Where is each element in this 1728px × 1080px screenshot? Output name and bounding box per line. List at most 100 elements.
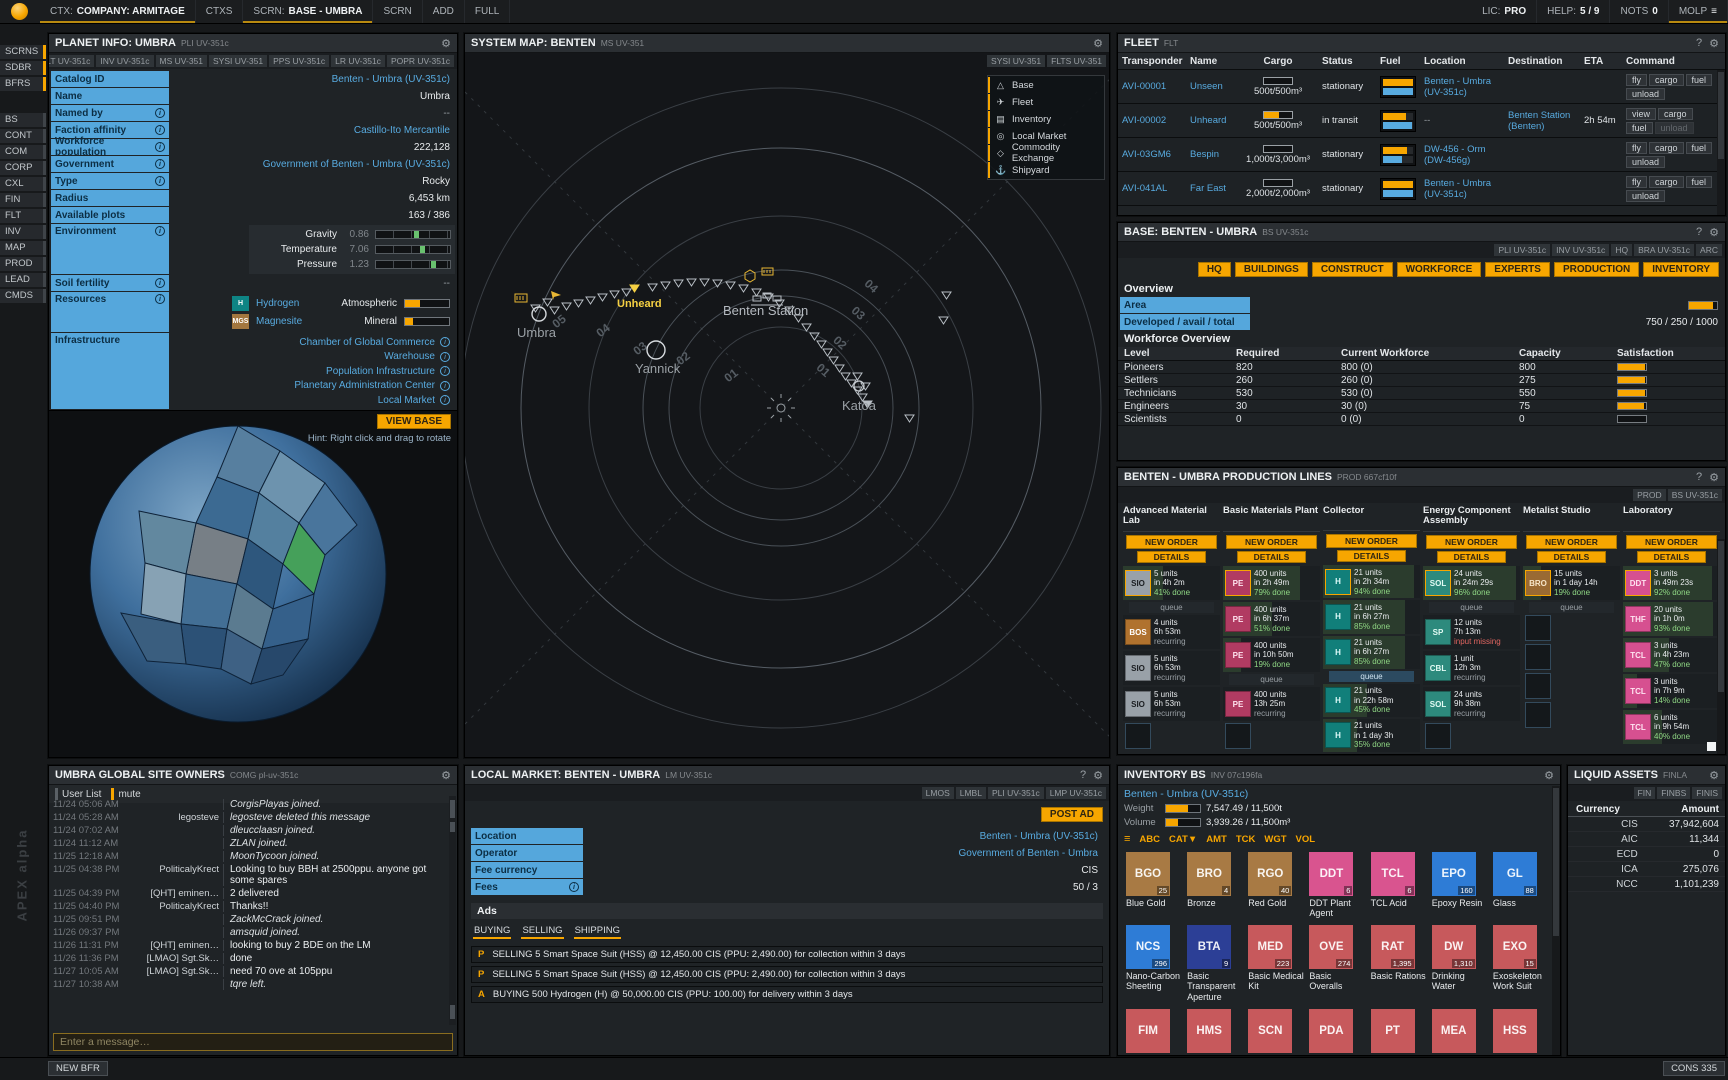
resize-handle[interactable]: [1707, 742, 1716, 751]
ship-name-link[interactable]: Unheard: [1190, 115, 1226, 126]
inventory-item[interactable]: DDT6DDT Plant Agent: [1309, 852, 1365, 920]
details-button[interactable]: DETAILS: [1537, 551, 1606, 563]
production-order[interactable]: SOL24 units9h 38mrecurring: [1423, 687, 1520, 721]
production-order[interactable]: PE400 units13h 25mrecurring: [1223, 687, 1320, 721]
sort-abc[interactable]: ABC: [1139, 834, 1160, 845]
production-order[interactable]: SIO5 units6h 53mrecurring: [1123, 687, 1220, 721]
inventory-item[interactable]: EXO15Exoskeleton Work Suit: [1493, 925, 1549, 1003]
commodity-chip[interactable]: H: [232, 296, 249, 311]
inventory-location-link[interactable]: Benten - Umbra (UV-351c): [1124, 788, 1248, 800]
sidebar-item-bs[interactable]: BS: [0, 113, 46, 127]
help-icon[interactable]: ?: [1080, 769, 1086, 782]
inventory-item[interactable]: BGO25Blue Gold: [1126, 852, 1182, 920]
destination-link[interactable]: Benten Station (Benten): [1508, 110, 1570, 132]
inventory-item[interactable]: FIM: [1126, 1009, 1182, 1055]
experts-button[interactable]: EXPERTS: [1485, 262, 1550, 277]
chat-messages[interactable]: 11/24 05:06 AMCorgisPlayas joined. 11/24…: [49, 798, 457, 1030]
production-scrollbar[interactable]: [1717, 539, 1725, 754]
gear-icon[interactable]: ⚙: [441, 37, 451, 50]
hq-button[interactable]: HQ: [1198, 262, 1231, 277]
full-button[interactable]: FULL: [465, 0, 510, 23]
production-order[interactable]: SP12 units7h 13minput missing: [1423, 615, 1520, 649]
tab-inv[interactable]: INV UV-351c: [1552, 244, 1609, 256]
info-icon[interactable]: i: [440, 381, 450, 391]
sidebar-item-sdbr[interactable]: SDBR: [0, 61, 46, 75]
scrn-button[interactable]: SCRN: [373, 0, 422, 23]
help-indicator[interactable]: HELP:5 / 9: [1537, 0, 1610, 23]
tab-hq[interactable]: HQ: [1611, 244, 1632, 256]
faction-link[interactable]: Castillo-Ito Mercantile: [354, 125, 450, 136]
sidebar-item-prod[interactable]: PROD: [0, 257, 46, 271]
sidebar-item-corp[interactable]: CORP: [0, 161, 46, 175]
info-icon[interactable]: i: [155, 278, 165, 288]
fly-button[interactable]: fly: [1626, 74, 1647, 86]
selling-tab[interactable]: SELLING: [521, 925, 563, 939]
production-order[interactable]: CBL1 unit12h 3mrecurring: [1423, 651, 1520, 685]
planet-globe-area[interactable]: VIEW BASE Hint: Right click and drag to …: [49, 410, 457, 757]
inventory-item[interactable]: GL88Glass: [1493, 852, 1549, 920]
notifications-indicator[interactable]: NOTS0: [1610, 0, 1668, 23]
market-ad[interactable]: PSELLING 5 Smart Space Suit (HSS) @ 12,4…: [471, 966, 1103, 983]
tab-bs[interactable]: BS UV-351c: [1668, 489, 1722, 501]
production-order[interactable]: SOL24 unitsin 24m 29s96% done: [1423, 566, 1520, 600]
screen-selector[interactable]: SCRN:BASE - UMBRA: [243, 0, 373, 23]
details-button[interactable]: DETAILS: [1337, 550, 1406, 562]
sort-tck[interactable]: TCK: [1236, 834, 1256, 845]
empty-slot[interactable]: [1425, 723, 1451, 749]
lm-operator-link[interactable]: Government of Benten - Umbra: [958, 848, 1098, 859]
production-order[interactable]: H21 unitsin 22h 58m45% done: [1323, 684, 1420, 717]
cargo-button[interactable]: cargo: [1649, 142, 1684, 154]
production-order[interactable]: PE400 unitsin 10h 50m19% done: [1223, 638, 1320, 672]
help-icon[interactable]: ?: [1696, 226, 1702, 239]
resource-name-link[interactable]: Magnesite: [256, 316, 328, 327]
sidebar-item-cont[interactable]: CONT: [0, 129, 46, 143]
info-icon[interactable]: i: [440, 395, 450, 405]
production-order[interactable]: PE400 unitsin 6h 37m51% done: [1223, 602, 1320, 636]
production-order[interactable]: PE400 unitsin 2h 49m79% done: [1223, 566, 1320, 600]
market-ad[interactable]: PSELLING 5 Smart Space Suit (HSS) @ 12,4…: [471, 946, 1103, 963]
unload-button[interactable]: unload: [1626, 190, 1665, 202]
tab-arc[interactable]: ARC: [1696, 244, 1722, 256]
cargo-button[interactable]: cargo: [1649, 74, 1684, 86]
infrastructure-link[interactable]: Chamber of Global Commerce: [299, 337, 435, 348]
sidebar-item-com[interactable]: COM: [0, 145, 46, 159]
gear-icon[interactable]: ⚙: [1544, 769, 1554, 782]
console-button[interactable]: CONS 335: [1663, 1061, 1725, 1076]
sidebar-item-cmds[interactable]: CMDS: [0, 289, 46, 303]
fly-button[interactable]: fly: [1626, 176, 1647, 188]
new-buffer-button[interactable]: NEW BFR: [48, 1061, 108, 1076]
context-selector[interactable]: CTX:COMPANY: ARMITAGE: [40, 0, 196, 23]
infrastructure-link[interactable]: Planetary Administration Center: [294, 380, 435, 391]
construct-button[interactable]: CONSTRUCT: [1312, 262, 1393, 277]
tab-lmp[interactable]: LMP UV-351c: [1046, 787, 1106, 799]
details-button[interactable]: DETAILS: [1637, 551, 1706, 563]
sidebar-item-map[interactable]: MAP: [0, 241, 46, 255]
tab-sysi[interactable]: SYSI UV-351: [987, 55, 1045, 67]
government-link[interactable]: Government of Benten - Umbra (UV-351c): [263, 159, 450, 170]
info-icon[interactable]: i: [440, 337, 450, 347]
post-ad-button[interactable]: POST AD: [1041, 807, 1103, 822]
sidebar-item-bfrs[interactable]: BFRS: [0, 77, 46, 91]
ship-name-link[interactable]: Unseen: [1190, 81, 1223, 92]
inventory-scrollbar[interactable]: [1552, 786, 1560, 1055]
empty-slot[interactable]: [1525, 673, 1551, 699]
production-order[interactable]: H21 unitsin 6h 27m85% done: [1323, 636, 1420, 669]
empty-slot[interactable]: [1525, 644, 1551, 670]
production-order[interactable]: BRO15 unitsin 1 day 14h19% done: [1523, 566, 1620, 600]
molp-menu[interactable]: MOLP≡: [1669, 0, 1728, 23]
ship-transponder-link[interactable]: AVI-00002: [1122, 115, 1166, 126]
production-order[interactable]: SIO5 unitsin 4h 2m41% done: [1123, 566, 1220, 600]
help-icon[interactable]: ?: [1696, 471, 1702, 484]
info-icon[interactable]: i: [155, 294, 165, 304]
tab-lmos[interactable]: LMOS: [922, 787, 954, 799]
infrastructure-link[interactable]: Warehouse: [384, 351, 435, 362]
burger-sort-icon[interactable]: ≡: [1124, 833, 1130, 845]
ship-name-link[interactable]: Bespin: [1190, 149, 1219, 160]
help-icon[interactable]: ?: [1696, 37, 1702, 50]
new-order-button[interactable]: NEW ORDER: [1526, 535, 1617, 549]
license-indicator[interactable]: LIC:PRO: [1472, 0, 1537, 23]
tab-bra[interactable]: BRA UV-351c: [1634, 244, 1694, 256]
apex-logo-icon[interactable]: [11, 3, 28, 20]
sidebar-item-flt[interactable]: FLT: [0, 209, 46, 223]
ctxs-button[interactable]: CTXS: [196, 0, 244, 23]
